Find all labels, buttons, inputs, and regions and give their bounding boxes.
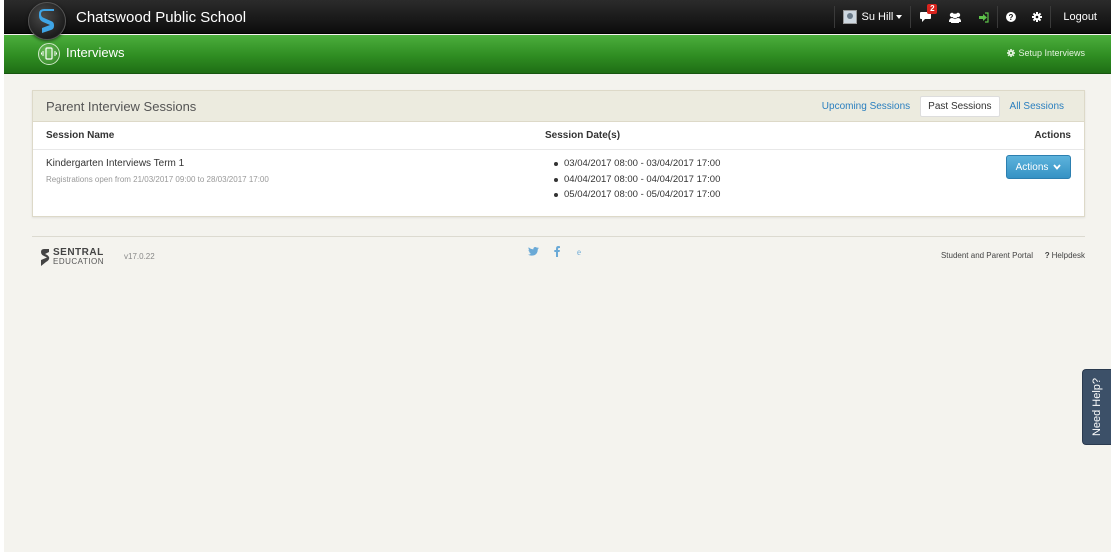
caret-down-icon [896,15,903,19]
twitter-icon[interactable] [528,247,539,256]
brand-name: SENTRAL [53,247,104,258]
svg-text:e: e [577,247,581,256]
chevron-down-icon [1053,164,1062,170]
groups-button[interactable] [940,0,970,34]
need-help-label: Need Help? [1091,377,1103,437]
module-title: Interviews [66,45,125,60]
helpdesk-link[interactable]: ? Helpdesk [1045,251,1085,260]
edu-icon[interactable]: e [575,247,583,256]
actions-dropdown-button[interactable]: Actions [1006,155,1071,179]
sign-in-button[interactable] [970,0,997,34]
sentral-education-logo: SENTRAL EDUCATION [41,248,104,266]
school-name[interactable]: Chatswood Public School [76,9,246,26]
setup-interviews-link[interactable]: Setup Interviews [1007,48,1085,58]
tab-upcoming-sessions[interactable]: Upcoming Sessions [814,96,918,117]
helpdesk-label: Helpdesk [1051,251,1085,260]
footer-divider [32,236,1085,237]
session-tabs: Upcoming Sessions Past Sessions All Sess… [812,96,1072,117]
session-dates-list: 03/04/2017 08:00 - 03/04/2017 17:00 04/0… [552,156,720,203]
registration-window: Registrations open from 21/03/2017 09:00… [46,175,269,184]
module-header: Interviews Setup Interviews [4,35,1111,74]
svg-text:?: ? [1009,13,1014,22]
panel-title: Parent Interview Sessions [46,99,197,114]
brand-sub: EDUCATION [53,257,105,266]
interviews-module-icon [38,43,60,65]
column-session-dates: Session Date(s) [545,130,621,141]
gear-icon [1032,12,1043,22]
messages-badge: 2 [927,4,938,14]
table-row: Kindergarten Interviews Term 1 Registrat… [33,150,1084,216]
question-icon: ? [1044,251,1050,260]
messages-button[interactable]: 2 [911,0,940,34]
settings-button[interactable] [1024,0,1050,34]
session-name: Kindergarten Interviews Term 1 [46,158,185,169]
tab-all-sessions[interactable]: All Sessions [1002,96,1072,117]
gear-icon [1007,49,1016,57]
sentral-logo-icon[interactable] [28,2,66,40]
users-icon [949,12,962,23]
logout-link[interactable]: Logout [1051,0,1111,34]
question-icon: ? [1006,12,1017,22]
actions-label: Actions [1015,161,1049,173]
window-left-edge [0,0,4,552]
tab-past-sessions[interactable]: Past Sessions [920,96,1000,117]
top-navbar: Chatswood Public School Su Hill 2 ? Logo… [4,0,1111,34]
sign-in-icon [979,11,989,23]
social-links: e [528,246,598,257]
facebook-icon[interactable] [554,246,560,257]
session-date: 05/04/2017 08:00 - 05/04/2017 17:00 [552,187,720,203]
student-parent-portal-link[interactable]: Student and Parent Portal [941,251,1033,260]
column-actions: Actions [1034,130,1071,141]
need-help-tab[interactable]: Need Help? [1082,369,1111,445]
top-nav-items: Su Hill 2 ? Logout [833,0,1111,34]
avatar [842,10,857,24]
sentral-s-icon [41,248,50,266]
panel-header: Parent Interview Sessions Upcoming Sessi… [33,91,1084,122]
setup-interviews-label: Setup Interviews [1018,48,1085,58]
session-date: 03/04/2017 08:00 - 03/04/2017 17:00 [552,156,720,172]
session-date: 04/04/2017 08:00 - 04/04/2017 17:00 [552,172,720,188]
column-session-name: Session Name [46,130,115,141]
version-label: v17.0.22 [124,252,155,261]
sessions-panel: Parent Interview Sessions Upcoming Sessi… [32,90,1085,217]
table-header: Session Name Session Date(s) Actions [33,122,1084,150]
user-menu[interactable]: Su Hill [835,0,911,34]
user-name: Su Hill [861,11,894,23]
help-button[interactable]: ? [998,0,1024,34]
